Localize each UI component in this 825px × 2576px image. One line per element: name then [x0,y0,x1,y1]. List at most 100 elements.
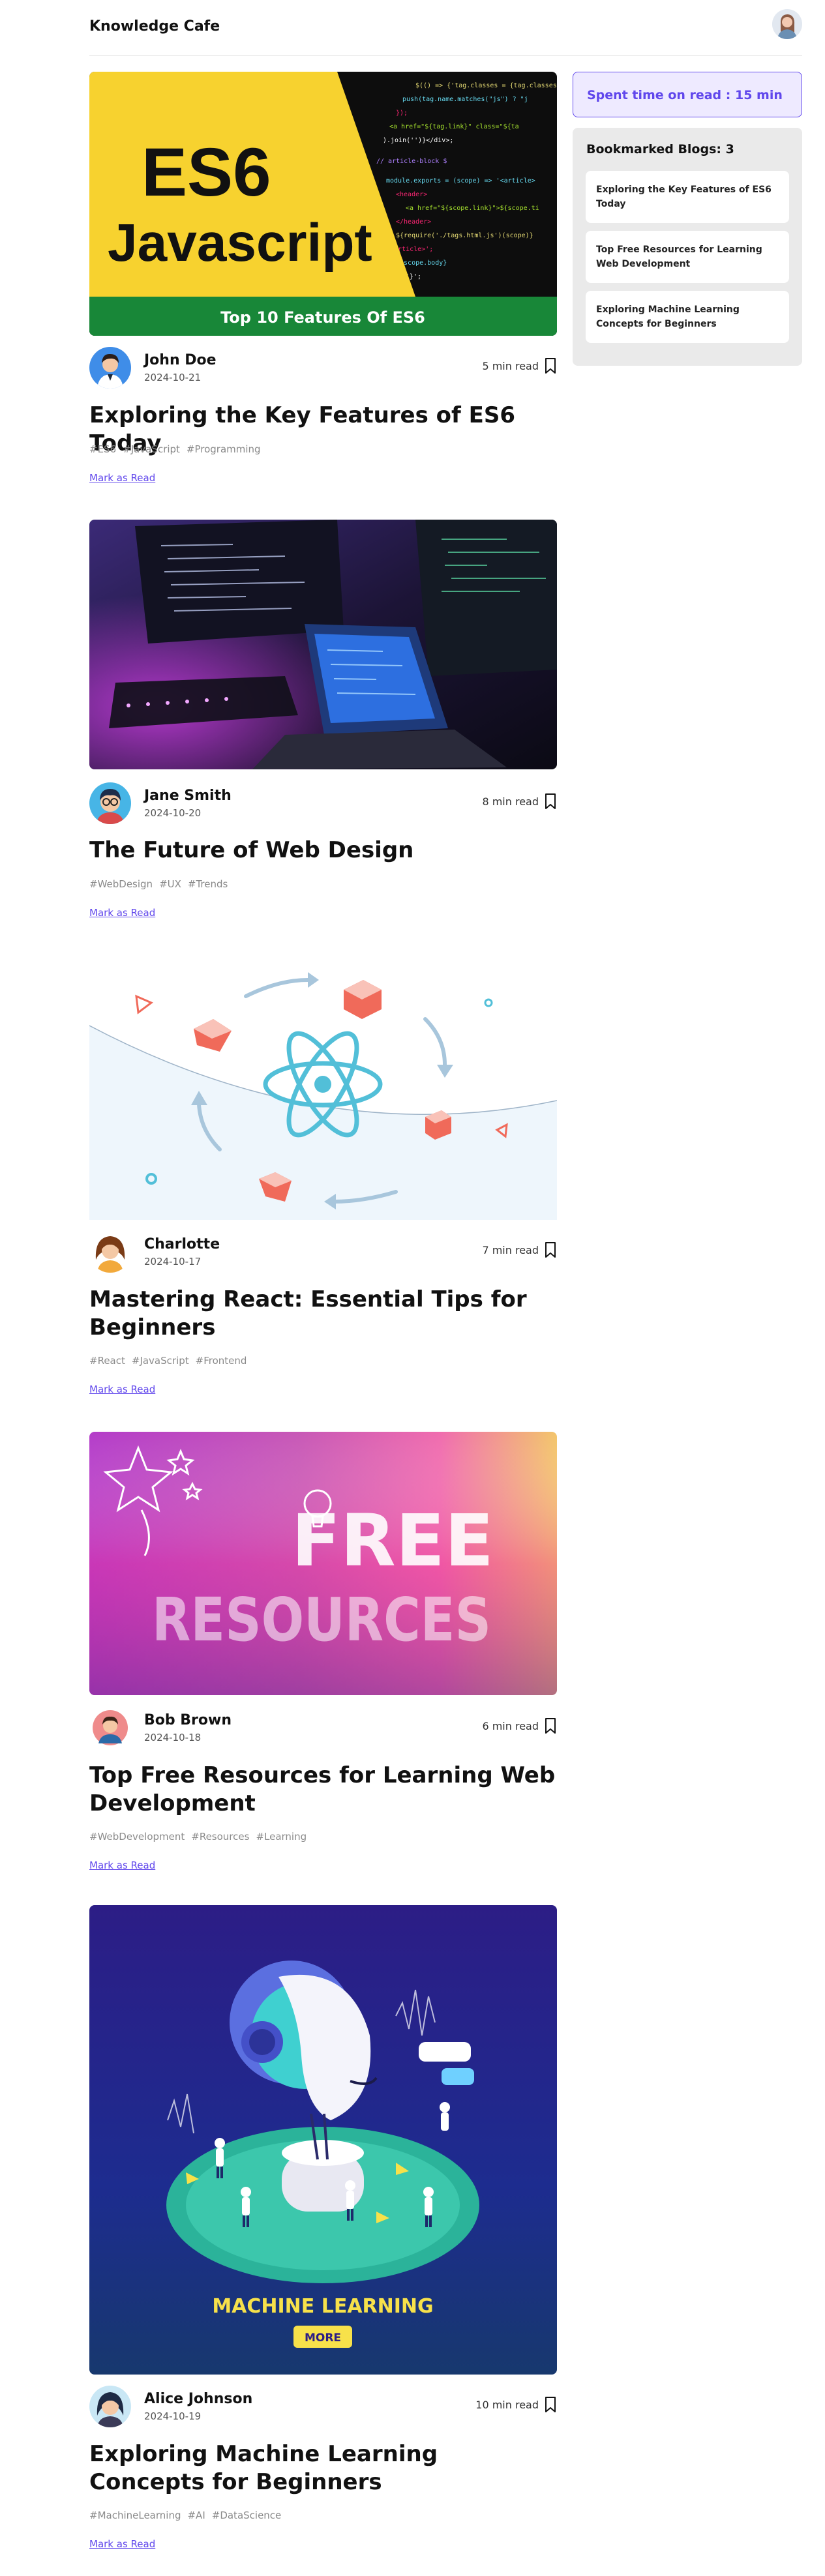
author-name: Charlotte [144,1236,220,1252]
read-time: 10 min read [475,2399,539,2411]
author-avatar [89,1707,131,1749]
cover-more-button-label: MORE [305,2332,341,2345]
bookmark-icon[interactable] [544,1717,557,1734]
bookmark-icon[interactable] [544,2396,557,2413]
author-avatar [89,1231,131,1273]
blog-card: Charlotte 2024-10-17 7 min read Masterin… [89,954,557,1410]
author-row: Bob Brown 2024-10-18 6 min read [89,1707,557,1749]
read-time: 5 min read [482,360,539,372]
post-tags: #React #JavaScript #Frontend [89,1355,253,1367]
tag: #ES6 [89,443,117,455]
post-tags: #WebDesign #UX #Trends [89,878,234,890]
author-name: Jane Smith [144,788,232,804]
post-date: 2024-10-18 [144,1732,202,1743]
post-tags: #WebDevelopment #Resources #Learning [89,1831,313,1843]
bookmark-item[interactable]: Top Free Resources for Learning Web Deve… [586,231,789,283]
author-name: John Doe [144,352,217,368]
tag: #Programming [186,443,261,455]
read-time: 6 min read [482,1720,539,1732]
tag: #UX [159,878,181,890]
svg-text:push(tag.name.matches("js") ?: push(tag.name.matches("js") ? "j [402,96,528,103]
post-date: 2024-10-17 [144,1256,202,1267]
svg-text:// article-block $: // article-block $ [376,158,447,165]
bookmarks-count-title: Bookmarked Blogs: 3 [586,142,734,156]
tag: #WebDevelopment [89,1831,185,1843]
svg-text:<header>: <header> [396,191,427,198]
post-tags: #MachineLearning #AI #DataScience [89,2509,288,2521]
cover-image [89,954,557,1220]
svg-text:$(() => {'tag.classes = {tag.c: $(() => {'tag.classes = {tag.classes} [415,82,557,89]
author-row: Charlotte 2024-10-17 7 min read [89,1231,557,1273]
cover-image: MACHINE LEARNING MORE [89,1905,557,2375]
bookmark-item-title: Exploring the Key Features of ES6 Today [596,185,772,209]
svg-text:<a href="${scope.link}">${scop: <a href="${scope.link}">${scope.ti [406,205,539,212]
post-title[interactable]: The Future of Web Design [89,836,557,865]
spent-time-text: Spent time on read : 15 min [587,88,783,102]
post-title[interactable]: Top Free Resources for Learning Web Deve… [89,1762,557,1818]
author-avatar [89,347,131,389]
cover-ribbon-text: Top 10 Features Of ES6 [220,308,425,327]
author-name: Alice Johnson [144,2391,253,2407]
tag: #WebDesign [89,878,153,890]
svg-text:module.exports = (scope) => '<: module.exports = (scope) => '<article> [386,177,535,185]
tag: #Trends [187,878,228,890]
cover-image [89,520,557,769]
blog-card: FREE RESOURCES Bob Brown 2024-10-18 6 mi… [89,1432,557,1882]
cover-image: $(() => {'tag.classes = {tag.classes} pu… [89,72,557,336]
post-date: 2024-10-21 [144,372,202,383]
author-name: Bob Brown [144,1712,232,1728]
tag: #JavaScript [131,1355,189,1367]
tag: #MachineLearning [89,2509,181,2521]
author-row: Alice Johnson 2024-10-19 10 min read [89,2386,557,2427]
cover-title-line2: Javascript [108,213,372,273]
post-title[interactable]: Exploring Machine Learning Concepts for … [89,2440,557,2496]
cover-title-line1: ES6 [142,134,271,211]
author-avatar [89,2386,131,2427]
bookmarks-panel: Bookmarked Blogs: 3 Exploring the Key Fe… [573,128,802,366]
svg-text:).join('')}</div>;: ).join('')}</div>; [383,137,453,144]
author-row: Jane Smith 2024-10-20 8 min read [89,782,557,824]
svg-text:});: }); [396,110,408,117]
post-tags: #ES6 #JavaScript #Programming [89,443,267,455]
site-brand[interactable]: Knowledge Cafe [89,18,220,35]
post-date: 2024-10-19 [144,2410,202,2422]
cover-title-line2: RESOURCES [152,1585,491,1655]
post-date: 2024-10-20 [144,807,202,819]
tag: #AI [187,2509,205,2521]
tag: #Frontend [195,1355,247,1367]
cover-title-line1: FREE [292,1499,494,1582]
cover-image: FREE RESOURCES [89,1432,557,1695]
bookmark-icon[interactable] [544,793,557,810]
mark-as-read-link[interactable]: Mark as Read [89,1384,155,1395]
cover-title-line1: MACHINE LEARNING [212,2295,433,2318]
read-time: 7 min read [482,1244,539,1256]
profile-avatar[interactable] [772,9,802,39]
svg-text:</header>: </header> [396,218,431,226]
blog-card: $(() => {'tag.classes = {tag.classes} pu… [89,72,557,489]
mark-as-read-link[interactable]: Mark as Read [89,907,155,919]
mark-as-read-link[interactable]: Mark as Read [89,472,155,484]
blog-card: Jane Smith 2024-10-20 8 min read The Fut… [89,520,557,924]
tag: #JavaScript [123,443,180,455]
tag: #React [89,1355,125,1367]
bookmark-item[interactable]: Exploring Machine Learning Concepts for … [586,291,789,343]
read-time: 8 min read [482,795,539,808]
bookmark-item[interactable]: Exploring the Key Features of ES6 Today [586,171,789,223]
svg-text:${require('./tags.html.js')(sc: ${require('./tags.html.js')(scope)} [396,232,533,239]
author-avatar [89,782,131,824]
blog-card: MACHINE LEARNING MORE Alice Johnson 2024… [89,1905,557,2551]
tag: #Learning [256,1831,307,1843]
site-header: Knowledge Cafe [89,0,802,56]
bookmark-icon[interactable] [544,1241,557,1258]
bookmark-item-title: Exploring Machine Learning Concepts for … [596,304,740,329]
tag: #Resources [191,1831,250,1843]
svg-text:<a href="${tag.link}" class="$: <a href="${tag.link}" class="${ta [389,123,519,130]
mark-as-read-link[interactable]: Mark as Read [89,1859,155,1871]
post-title[interactable]: Mastering React: Essential Tips for Begi… [89,1286,557,1342]
bookmark-icon[interactable] [544,357,557,374]
bookmark-item-title: Top Free Resources for Learning Web Deve… [596,244,762,269]
author-row: John Doe 2024-10-21 5 min read [89,347,557,389]
tag: #DataScience [211,2509,282,2521]
spent-time-box: Spent time on read : 15 min [573,72,802,117]
mark-as-read-link[interactable]: Mark as Read [89,2538,155,2550]
